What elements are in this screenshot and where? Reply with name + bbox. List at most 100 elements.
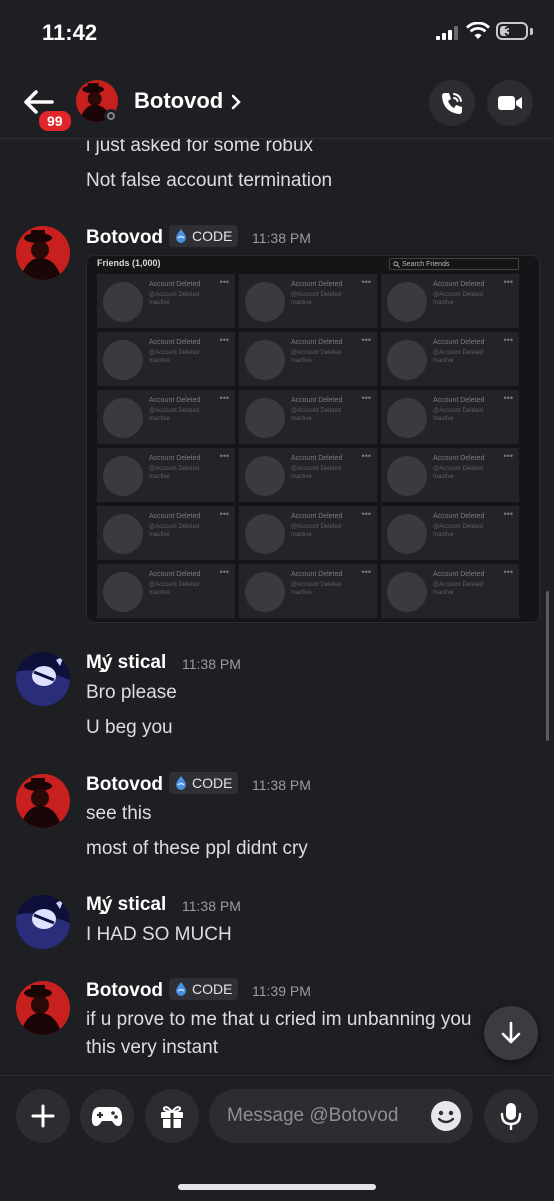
avatar-placeholder <box>103 282 143 322</box>
message-author[interactable]: M̧̗ý stical <box>86 652 166 674</box>
arrow-down-icon <box>501 1021 521 1044</box>
ellipsis-icon: ••• <box>503 393 513 403</box>
message-composer: Message @Botovod <box>0 1075 554 1201</box>
ellipsis-icon: ••• <box>361 277 371 287</box>
friend-status: Inactive <box>433 358 454 364</box>
friend-card: Account Deleted @Account Deleted Inactive •… <box>97 390 235 444</box>
avatar-placeholder <box>245 398 285 438</box>
friend-card: Account Deleted @Account Deleted Inactive •… <box>97 506 235 560</box>
friend-name: Account Deleted <box>433 571 485 578</box>
friend-status: Inactive <box>291 532 312 538</box>
friend-meta: @Account Deleted Inactive <box>149 349 199 365</box>
avatar[interactable] <box>16 981 70 1035</box>
server-tag[interactable]: CODE <box>169 978 239 1000</box>
avatar-placeholder <box>387 456 427 496</box>
friend-name: Account Deleted <box>149 455 201 462</box>
message-author[interactable]: Botovod <box>86 980 163 1002</box>
message-list[interactable]: i just asked for some robux Not false ac… <box>0 139 554 1075</box>
friend-meta: @Account Deleted Inactive <box>433 291 483 307</box>
friend-name: Account Deleted <box>149 513 201 520</box>
friend-status: Inactive <box>149 358 170 364</box>
gamepad-icon <box>91 1107 123 1126</box>
add-attachment-button[interactable] <box>16 1089 70 1143</box>
friend-status: Inactive <box>433 474 454 480</box>
image-attachment[interactable]: Friends (1,000) Search Friends Account D… <box>86 255 540 623</box>
tag-icon <box>176 982 186 996</box>
battery-level: 37 <box>504 23 520 39</box>
server-tag[interactable]: CODE <box>169 225 239 247</box>
friend-card: Account Deleted @Account Deleted Inactive •… <box>381 390 519 444</box>
friend-status: Inactive <box>291 416 312 422</box>
avatar[interactable] <box>16 895 70 949</box>
ellipsis-icon: ••• <box>361 509 371 519</box>
attachment-title: Friends (1,000) <box>97 258 161 268</box>
ellipsis-icon: ••• <box>361 567 371 577</box>
message-timestamp: 11:38 PM <box>182 656 241 672</box>
friend-meta: @Account Deleted Inactive <box>291 581 341 597</box>
friend-meta: @Account Deleted Inactive <box>291 349 341 365</box>
friend-handle: @Account Deleted <box>433 582 484 588</box>
avatar[interactable] <box>16 652 70 706</box>
activities-button[interactable] <box>80 1089 134 1143</box>
ellipsis-icon: ••• <box>503 509 513 519</box>
page-title[interactable]: Botovod <box>134 88 223 114</box>
friend-name: Account Deleted <box>149 397 201 404</box>
video-camera-icon <box>498 96 522 110</box>
ellipsis-icon: ••• <box>219 451 229 461</box>
ellipsis-icon: ••• <box>219 567 229 577</box>
avatar[interactable] <box>16 774 70 828</box>
message-timestamp: 11:38 PM <box>252 230 311 246</box>
battery-tip <box>530 28 533 35</box>
video-call-button[interactable] <box>487 80 533 126</box>
plus-icon <box>31 1104 55 1128</box>
message-text: Not false account termination <box>86 170 333 191</box>
avatar[interactable] <box>16 226 70 280</box>
friend-handle: @Account Deleted <box>149 524 200 530</box>
voice-message-button[interactable] <box>484 1089 538 1143</box>
voice-call-button[interactable] <box>429 80 475 126</box>
search-icon <box>393 261 400 268</box>
friend-card: Account Deleted @Account Deleted Inactive •… <box>239 448 377 502</box>
ellipsis-icon: ••• <box>503 335 513 345</box>
avatar-placeholder <box>387 572 427 612</box>
message-author[interactable]: Botovod <box>86 774 163 796</box>
friend-card: Account Deleted @Account Deleted Inactive •… <box>97 274 235 328</box>
friend-meta: @Account Deleted Inactive <box>291 465 341 481</box>
message-author[interactable]: M̧̗ý stical <box>86 894 166 916</box>
emoji-icon[interactable] <box>430 1100 462 1132</box>
friend-handle: @Account Deleted <box>291 524 342 530</box>
tag-label: CODE <box>192 775 233 791</box>
attachment-search-text: Search Friends <box>402 261 450 268</box>
phone-icon <box>442 93 462 114</box>
friend-meta: @Account Deleted Inactive <box>149 465 199 481</box>
microphone-icon <box>500 1103 522 1130</box>
avatar-placeholder <box>387 514 427 554</box>
server-tag[interactable]: CODE <box>169 772 239 794</box>
message-text: i just asked for some robux <box>86 139 314 156</box>
friend-name: Account Deleted <box>149 281 201 288</box>
chevron-right-icon[interactable] <box>230 94 242 110</box>
friend-name: Account Deleted <box>149 571 201 578</box>
friend-name: Account Deleted <box>433 281 485 288</box>
friend-card: Account Deleted @Account Deleted Inactive •… <box>97 564 235 618</box>
message-author[interactable]: Botovod <box>86 227 163 249</box>
friend-meta: @Account Deleted Inactive <box>149 407 199 423</box>
message-input-placeholder: Message @Botovod <box>227 1105 399 1126</box>
scrollbar[interactable] <box>546 591 549 741</box>
ellipsis-icon: ••• <box>361 335 371 345</box>
attachment-search: Search Friends <box>389 258 519 270</box>
friend-name: Account Deleted <box>433 397 485 404</box>
gift-button[interactable] <box>145 1089 199 1143</box>
friend-status: Inactive <box>149 532 170 538</box>
avatar-placeholder <box>103 514 143 554</box>
friend-handle: @Account Deleted <box>149 350 200 356</box>
friend-status: Inactive <box>149 300 170 306</box>
friend-card: Account Deleted @Account Deleted Inactive •… <box>239 274 377 328</box>
avatar-placeholder <box>103 572 143 612</box>
friend-handle: @Account Deleted <box>433 408 484 414</box>
friend-card: Account Deleted @Account Deleted Inactive •… <box>97 448 235 502</box>
jump-to-bottom-button[interactable] <box>484 1006 538 1060</box>
avatar-placeholder <box>245 572 285 612</box>
friend-meta: @Account Deleted Inactive <box>433 581 483 597</box>
friend-meta: @Account Deleted Inactive <box>149 291 199 307</box>
